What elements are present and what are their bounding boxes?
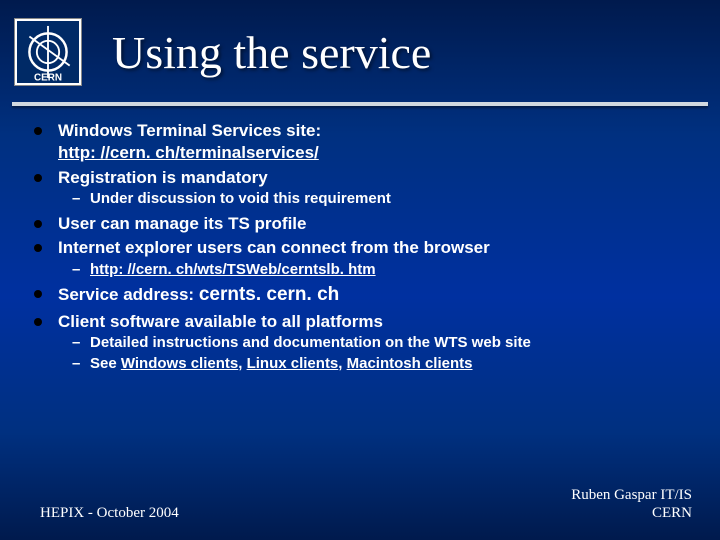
bullet-text: Windows Terminal Services site: — [58, 121, 321, 140]
subbullet: See Windows clients, Linux clients, Maci… — [58, 354, 690, 374]
sep: , — [238, 355, 246, 372]
bullet-profile: User can manage its TS profile — [28, 213, 690, 235]
tsweb-link[interactable]: http: //cern. ch/wts/TSWeb/cerntslb. htm — [90, 261, 376, 278]
slide-title: Using the service — [112, 26, 431, 79]
bullet-text: Client software available to all platfor… — [58, 312, 383, 331]
footer-right: Ruben Gaspar IT/IS CERN — [571, 486, 692, 522]
bullet-registration: Registration is mandatory Under discussi… — [28, 167, 690, 210]
cern-logo: CERN — [14, 18, 82, 86]
bullet-site: Windows Terminal Services site: http: //… — [28, 120, 690, 164]
linux-clients-link[interactable]: Linux clients — [247, 355, 339, 372]
bullet-text: Registration is mandatory — [58, 168, 268, 187]
slide-content: Windows Terminal Services site: http: //… — [0, 106, 720, 374]
sep: , — [338, 355, 346, 372]
slide-header: CERN Using the service — [0, 0, 720, 92]
subbullet: Under discussion to void this requiremen… — [58, 189, 690, 209]
svg-text:CERN: CERN — [34, 73, 62, 83]
bullet-ie: Internet explorer users can connect from… — [28, 237, 690, 280]
bullet-client: Client software available to all platfor… — [28, 311, 690, 374]
bullet-address: Service address: cernts. cern. ch — [28, 283, 690, 307]
footer-author: Ruben Gaspar IT/IS — [571, 486, 692, 504]
mac-clients-link[interactable]: Macintosh clients — [347, 355, 473, 372]
windows-clients-link[interactable]: Windows clients — [121, 355, 238, 372]
subbullet: Detailed instructions and documentation … — [58, 333, 690, 353]
service-address: cernts. cern. ch — [199, 284, 339, 305]
subbullet: http: //cern. ch/wts/TSWeb/cerntslb. htm — [58, 260, 690, 280]
footer-left: HEPIX - October 2004 — [40, 505, 179, 522]
slide-footer: HEPIX - October 2004 Ruben Gaspar IT/IS … — [0, 486, 720, 522]
site-link[interactable]: http: //cern. ch/terminalservices/ — [58, 143, 319, 162]
see-prefix: See — [90, 355, 121, 372]
footer-org: CERN — [571, 504, 692, 522]
address-label: Service address: — [58, 285, 199, 304]
bullet-text: Internet explorer users can connect from… — [58, 238, 490, 257]
